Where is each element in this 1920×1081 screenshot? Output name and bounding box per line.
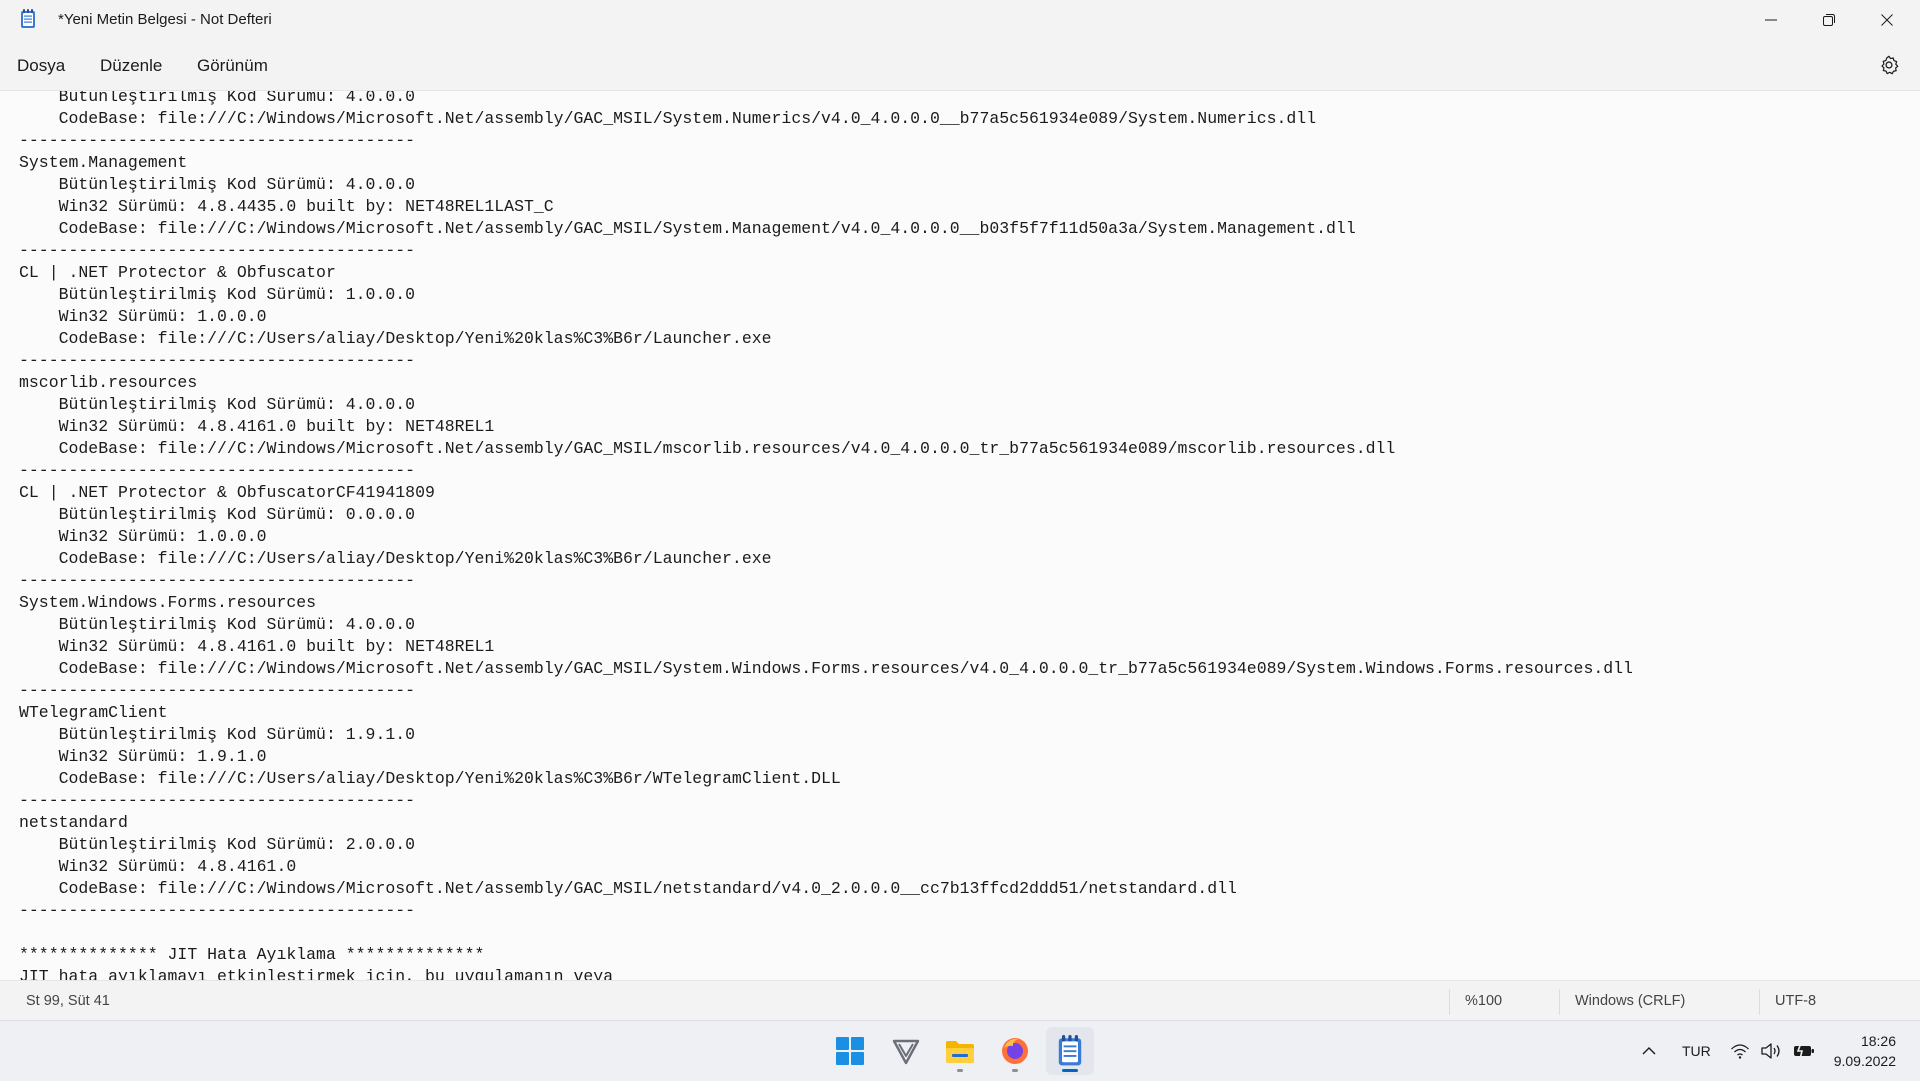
menu-bar [0,40,1920,90]
taskbar-vivaldi[interactable] [882,1027,930,1075]
cursor-position: St 99, Süt 41 [26,993,110,1009]
battery-charging-icon [1794,1042,1814,1060]
start-button[interactable] [826,1027,874,1075]
chevron-up-icon [1642,1047,1656,1055]
language-label: TUR [1682,1043,1711,1059]
clock[interactable]: 18:26 9.09.2022 [1834,1031,1896,1071]
menu-edit[interactable]: Düzenle [100,56,162,76]
document-text[interactable]: Bütünleştirilmiş Kod Sürümü: 4.0.0.0 Cod… [0,91,1920,981]
running-indicator [1062,1069,1078,1072]
minimize-button[interactable] [1743,0,1799,40]
zoom-level: %100 [1465,993,1503,1009]
close-icon [1881,14,1893,26]
taskbar: TUR 18:26 9.09.2022 [0,1020,1920,1081]
volume-button[interactable] [1760,1021,1782,1081]
taskbar-notepad[interactable] [1046,1027,1094,1075]
window-title: *Yeni Metin Belgesi - Not Defteri [58,11,272,28]
restore-button[interactable] [1801,0,1857,40]
notepad-icon [21,9,35,28]
text-editor[interactable]: Bütünleştirilmiş Kod Sürümü: 4.0.0.0 Cod… [0,90,1920,981]
notepad-icon [1058,1035,1082,1066]
speaker-icon [1761,1043,1780,1059]
tray-overflow-button[interactable] [1640,1021,1658,1081]
close-button[interactable] [1859,0,1915,40]
clock-date: 9.09.2022 [1833,1053,1896,1069]
line-ending: Windows (CRLF) [1575,993,1686,1009]
battery-button[interactable] [1792,1021,1816,1081]
minimize-icon [1765,19,1777,21]
wifi-icon [1731,1044,1749,1059]
firefox-icon [1002,1038,1028,1064]
language-indicator[interactable]: TUR [1682,1021,1711,1081]
running-indicator [1012,1069,1018,1072]
encoding: UTF-8 [1775,993,1817,1009]
title-bar[interactable]: *Yeni Metin Belgesi - Not Defteri [0,0,1920,40]
settings-gear-icon[interactable] [1878,54,1900,76]
taskbar-file-explorer[interactable] [936,1027,984,1075]
menu-view[interactable]: Görünüm [197,56,268,76]
network-button[interactable] [1730,1021,1750,1081]
windows-logo-icon [836,1037,864,1065]
taskbar-firefox[interactable] [991,1027,1039,1075]
restore-icon [1823,14,1835,26]
vivaldi-browser-icon [892,1039,920,1065]
status-divider [1759,989,1760,1015]
status-divider [1449,989,1450,1015]
status-bar: St 99, Süt 41 %100 Windows (CRLF) UTF-8 [0,980,1920,1021]
clock-time: 18:26 [1860,1033,1896,1049]
status-divider [1559,989,1560,1015]
folder-icon [946,1041,974,1063]
menu-file[interactable]: Dosya [17,56,65,76]
running-indicator [957,1069,963,1072]
